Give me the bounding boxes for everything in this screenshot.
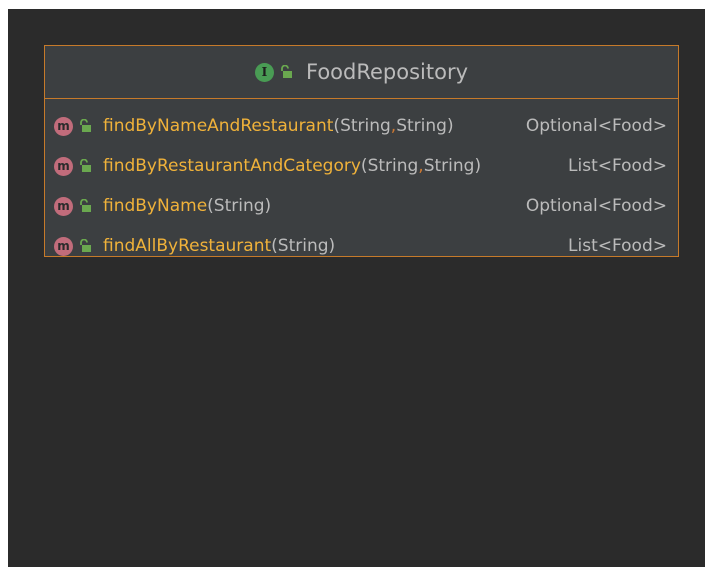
- public-lock-icon: [80, 159, 91, 172]
- method-row[interactable]: m findAllByRestaurant(String) List<Food>: [45, 226, 678, 266]
- return-type: Optional<Food>: [525, 196, 667, 216]
- method-icon: m: [54, 116, 73, 136]
- param-type: String: [423, 156, 475, 176]
- diagram-canvas: I FoodRepository m findByNameAndRestaura…: [8, 9, 705, 567]
- method-name: findByNameAndRestaurant: [103, 116, 334, 136]
- method-name: findByName: [103, 196, 208, 216]
- node-header: I FoodRepository: [45, 46, 678, 99]
- method-row[interactable]: m findByRestaurantAndCategory(String, St…: [45, 146, 678, 186]
- param-type: String: [340, 116, 391, 136]
- method-name: findAllByRestaurant: [103, 236, 272, 256]
- method-name: findByRestaurantAndCategory: [103, 156, 361, 176]
- method-icon: m: [54, 196, 73, 216]
- public-lock-icon: [281, 65, 292, 78]
- public-lock-icon: [80, 119, 91, 132]
- class-node-foodrepository[interactable]: I FoodRepository m findByNameAndRestaura…: [44, 45, 679, 257]
- return-type: List<Food>: [568, 236, 667, 256]
- method-row[interactable]: m findByNameAndRestaurant(String, String…: [45, 106, 678, 146]
- method-row[interactable]: m findByName(String) Optional<Food>: [45, 186, 678, 226]
- node-title: FoodRepository: [305, 60, 469, 84]
- method-icon: m: [54, 156, 73, 176]
- method-icon: m: [54, 236, 73, 256]
- interface-icon: I: [254, 62, 274, 82]
- param-open: (: [360, 156, 368, 176]
- param-type: String: [277, 236, 329, 256]
- param-close: ): [446, 116, 454, 136]
- param-type: String: [213, 196, 265, 216]
- param-open: (: [271, 236, 278, 256]
- param-close: ): [474, 156, 482, 176]
- param-type: String: [396, 116, 447, 136]
- param-close: ): [264, 196, 272, 216]
- param-open: (: [207, 196, 214, 216]
- return-type: Optional<Food>: [525, 116, 667, 136]
- param-close: ): [328, 236, 336, 256]
- public-lock-icon: [80, 199, 91, 212]
- method-list: m findByNameAndRestaurant(String, String…: [45, 99, 678, 266]
- param-open: (: [333, 116, 341, 136]
- return-type: List<Food>: [568, 156, 667, 176]
- public-lock-icon: [80, 239, 91, 252]
- param-type: String: [367, 156, 419, 176]
